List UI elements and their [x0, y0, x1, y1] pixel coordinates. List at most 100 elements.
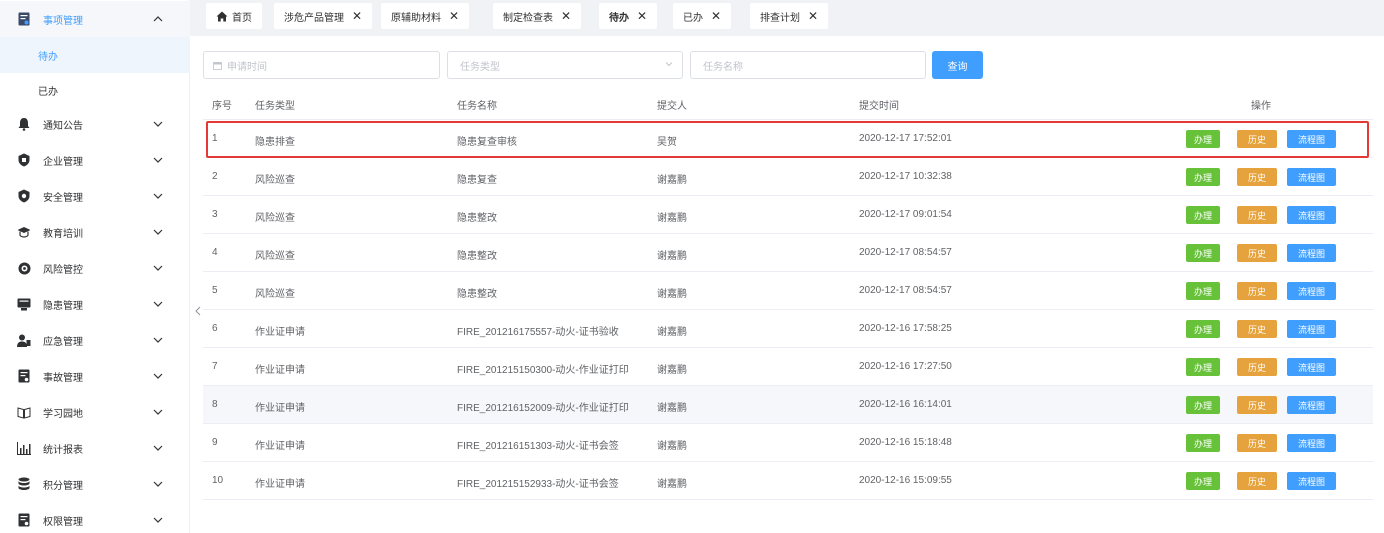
handle-button[interactable]: 办理	[1186, 282, 1220, 300]
history-button[interactable]: 历史	[1237, 358, 1277, 376]
sidebar-item-training[interactable]: 教育培训	[0, 214, 190, 250]
table-row[interactable]: 5 风险巡查 隐患整改 谢嘉鹏 2020-12-17 08:54:57 办理 历史 流程图	[203, 272, 1373, 310]
table-row[interactable]: 7 作业证申请 FIRE_201215150300-动火-作业证打印 谢嘉鹏 2020-…	[203, 348, 1373, 386]
sidebar-item-hazard[interactable]: 隐患管理	[0, 286, 190, 322]
tab-inspection-plan[interactable]: 排查计划 ✕	[750, 3, 829, 29]
sidebar-item-accident[interactable]: 事故管理	[0, 358, 190, 394]
cell-type: 作业证申请	[255, 365, 305, 376]
handle-button[interactable]: 办理	[1186, 206, 1220, 224]
chevron-down-icon	[153, 155, 163, 165]
tab-raw-materials[interactable]: 原辅助材料 ✕	[381, 3, 470, 29]
chevron-down-icon	[665, 60, 673, 68]
sidebar-item-task-management[interactable]: 事项管理	[0, 1, 190, 37]
close-icon[interactable]: ✕	[637, 10, 647, 22]
table-row[interactable]: 2 风险巡查 隐患复查 谢嘉鹏 2020-12-17 10:32:38 办理 历史 流程图	[203, 158, 1373, 196]
history-button[interactable]: 历史	[1237, 396, 1277, 414]
header-name: 任务名称	[457, 101, 497, 112]
tab-todo[interactable]: 待办 ✕	[599, 3, 658, 29]
flowchart-button[interactable]: 流程图	[1287, 472, 1336, 490]
sidebar-item-safety[interactable]: 安全管理	[0, 178, 190, 214]
task-name-input[interactable]: 任务名称	[690, 51, 926, 79]
task-type-select[interactable]: 任务类型	[447, 51, 683, 79]
flowchart-button[interactable]: 流程图	[1287, 206, 1336, 224]
history-button[interactable]: 历史	[1237, 244, 1277, 262]
header-ops: 操作	[1251, 101, 1271, 112]
chevron-down-icon	[153, 479, 163, 489]
cell-time: 2020-12-16 17:58:25	[859, 323, 952, 334]
sidebar-item-study[interactable]: 学习园地	[0, 394, 190, 430]
handle-button[interactable]: 办理	[1186, 168, 1220, 186]
cell-type: 作业证申请	[255, 327, 305, 338]
sidebar-item-statistics[interactable]: 统计报表	[0, 430, 190, 466]
tab-label: 涉危产品管理	[284, 12, 344, 24]
table-row[interactable]: 8 作业证申请 FIRE_201216152009-动火-作业证打印 谢嘉鹏 2020-…	[203, 386, 1373, 424]
handle-button[interactable]: 办理	[1186, 244, 1220, 262]
chevron-left-icon	[195, 306, 201, 316]
handle-button[interactable]: 办理	[1186, 320, 1220, 338]
history-button[interactable]: 历史	[1237, 168, 1277, 186]
table-row[interactable]: 10 作业证申请 FIRE_201215152933-动火-证书会签 谢嘉鹏 2020-…	[203, 462, 1373, 500]
tab-label: 原辅助材料	[391, 12, 441, 24]
table-row[interactable]: 6 作业证申请 FIRE_201216175557-动火-证书验收 谢嘉鹏 2020-1…	[203, 310, 1373, 348]
sidebar-item-label: 权限管理	[43, 516, 83, 528]
history-button[interactable]: 历史	[1237, 130, 1277, 148]
handle-button[interactable]: 办理	[1186, 472, 1220, 490]
history-button[interactable]: 历史	[1237, 434, 1277, 452]
handle-button[interactable]: 办理	[1186, 358, 1220, 376]
close-icon[interactable]: ✕	[711, 10, 721, 22]
table-row[interactable]: 4 风险巡查 隐患整改 谢嘉鹏 2020-12-17 08:54:57 办理 历史 流程图	[203, 234, 1373, 272]
tab-home[interactable]: 首页	[206, 3, 262, 29]
sidebar-item-notices[interactable]: 通知公告	[0, 106, 190, 142]
flowchart-button[interactable]: 流程图	[1287, 320, 1336, 338]
table-row[interactable]: 3 风险巡查 隐患整改 谢嘉鹏 2020-12-17 09:01:54 办理 历史 流程图	[203, 196, 1373, 234]
cell-submitter: 谢嘉鹏	[657, 175, 687, 186]
hazard-monitor-icon	[17, 297, 31, 311]
flowchart-button[interactable]: 流程图	[1287, 282, 1336, 300]
flowchart-button[interactable]: 流程图	[1287, 434, 1336, 452]
cell-time: 2020-12-16 15:09:55	[859, 475, 952, 486]
sidebar-item-emergency[interactable]: 应急管理	[0, 322, 190, 358]
handle-button[interactable]: 办理	[1186, 434, 1220, 452]
history-button[interactable]: 历史	[1237, 206, 1277, 224]
history-button[interactable]: 历史	[1237, 472, 1277, 490]
close-icon[interactable]: ✕	[561, 10, 571, 22]
flowchart-button[interactable]: 流程图	[1287, 168, 1336, 186]
cell-time: 2020-12-16 17:27:50	[859, 361, 952, 372]
flowchart-button[interactable]: 流程图	[1287, 396, 1336, 414]
table-row[interactable]: 9 作业证申请 FIRE_201216151303-动火-证书会签 谢嘉鹏 2020-1…	[203, 424, 1373, 462]
sidebar-item-label: 事项管理	[43, 15, 83, 27]
close-icon[interactable]: ✕	[808, 10, 818, 22]
cell-name: FIRE_201215150300-动火-作业证打印	[457, 365, 629, 376]
tab-label: 排查计划	[760, 12, 800, 24]
history-button[interactable]: 历史	[1237, 320, 1277, 338]
cell-time: 2020-12-16 15:18:48	[859, 437, 952, 448]
tab-checklist[interactable]: 制定检查表 ✕	[493, 3, 582, 29]
sidebar-item-points[interactable]: 积分管理	[0, 466, 190, 502]
cell-type: 风险巡查	[255, 175, 295, 186]
cell-index: 5	[212, 285, 218, 296]
flowchart-button[interactable]: 流程图	[1287, 358, 1336, 376]
cell-name: 隐患整改	[457, 213, 497, 224]
sidebar-item-enterprise[interactable]: 企业管理	[0, 142, 190, 178]
table-row[interactable]: 1 隐患排查 隐患复查审核 吴贺 2020-12-17 17:52:01 办理 历史 流程图	[203, 120, 1373, 158]
sidebar-item-risk-control[interactable]: 风险管控	[0, 250, 190, 286]
cell-submitter: 谢嘉鹏	[657, 441, 687, 452]
handle-button[interactable]: 办理	[1186, 396, 1220, 414]
sidebar-subitem-done[interactable]: 已办	[0, 72, 190, 108]
sidebar-subitem-todo[interactable]: 待办	[0, 37, 190, 73]
flowchart-button[interactable]: 流程图	[1287, 130, 1336, 148]
cell-submitter: 谢嘉鹏	[657, 365, 687, 376]
tab-hazardous-products[interactable]: 涉危产品管理 ✕	[274, 3, 373, 29]
flowchart-button[interactable]: 流程图	[1287, 244, 1336, 262]
close-icon[interactable]: ✕	[352, 10, 362, 22]
query-button[interactable]: 查询	[932, 51, 983, 79]
sidebar-item-permissions[interactable]: 权限管理	[0, 502, 190, 533]
tab-done[interactable]: 已办 ✕	[673, 3, 732, 29]
sidebar-item-label: 事故管理	[43, 372, 83, 384]
chevron-down-icon	[153, 443, 163, 453]
handle-button[interactable]: 办理	[1186, 130, 1220, 148]
close-icon[interactable]: ✕	[449, 10, 459, 22]
date-range-input[interactable]: 申请时间	[203, 51, 440, 79]
cell-submitter: 谢嘉鹏	[657, 213, 687, 224]
history-button[interactable]: 历史	[1237, 282, 1277, 300]
